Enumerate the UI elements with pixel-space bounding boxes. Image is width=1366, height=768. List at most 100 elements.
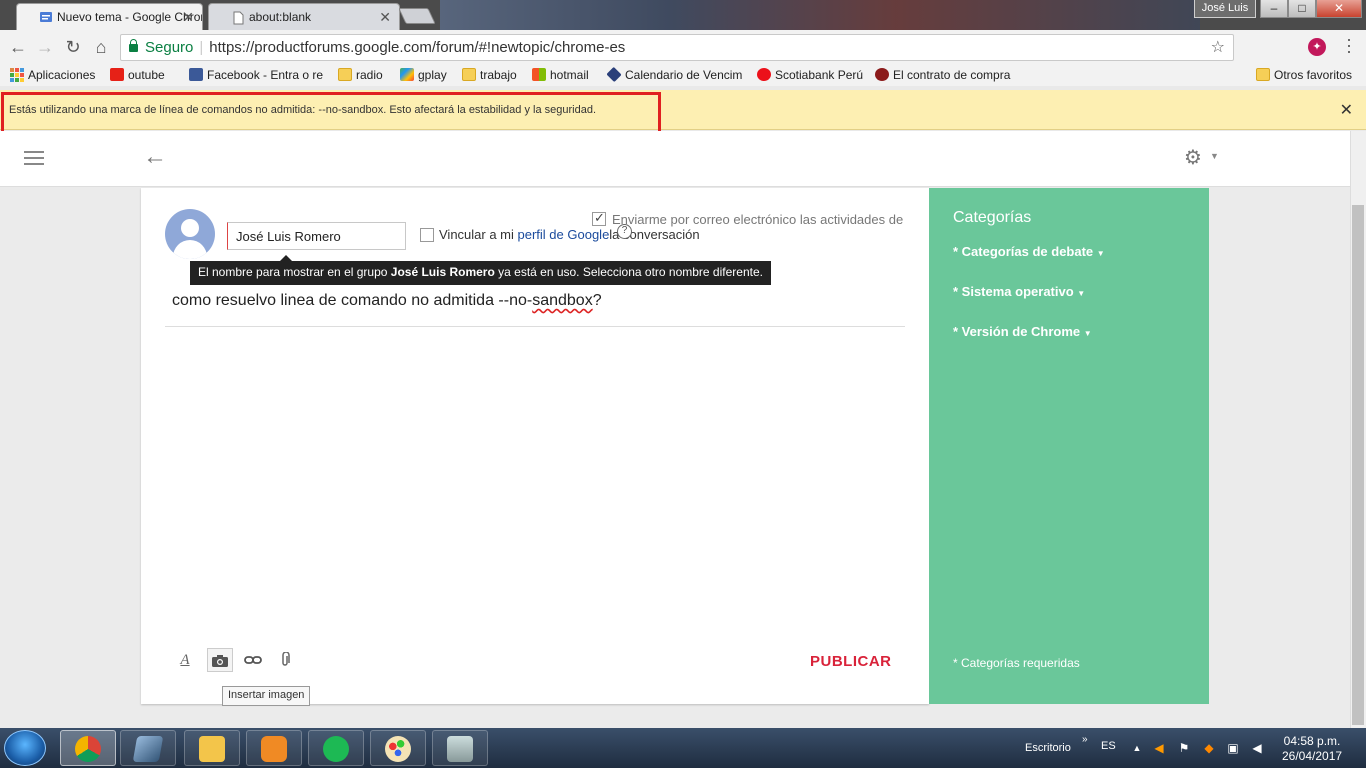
action-center-flag-icon[interactable]: ⚑ — [1177, 742, 1191, 754]
bookmark-facebook[interactable]: Facebook - Entra o re — [189, 67, 325, 83]
taskbar-app[interactable] — [120, 730, 176, 766]
gplay-icon — [400, 68, 414, 81]
network-icon[interactable]: ▣ — [1226, 742, 1240, 754]
link-icon[interactable] — [240, 648, 266, 672]
categories-panel: Categorías * Categorías de debate ▼ * Si… — [929, 188, 1209, 704]
bookmark-youtube[interactable]: outube — [110, 67, 178, 83]
category-label: Categorías de debate — [961, 244, 1094, 259]
paint-icon — [385, 736, 411, 762]
publish-button[interactable]: PUBLICAR — [810, 653, 892, 670]
display-name-input[interactable] — [227, 222, 406, 250]
bookmark-calendario[interactable]: Calendario de Vencim — [607, 67, 743, 83]
infobar-message: Estás utilizando una marca de línea de c… — [9, 104, 597, 116]
home-icon[interactable]: ⌂ — [90, 37, 112, 59]
taskbar-paint[interactable] — [370, 730, 426, 766]
forum-favicon-icon — [40, 12, 52, 22]
page-favicon-icon — [233, 11, 244, 25]
desktop-toolbar-label[interactable]: Escritorio — [1025, 742, 1071, 754]
new-tab-button[interactable] — [398, 8, 436, 24]
back-arrow-icon[interactable]: ← — [143, 143, 167, 171]
chevron-down-icon: ▼ — [1077, 289, 1086, 298]
apps-grid-icon — [10, 68, 24, 82]
language-indicator[interactable]: ES — [1101, 740, 1116, 752]
address-bar[interactable]: Seguro | https://productforums.google.com/… — [120, 34, 1234, 61]
start-button[interactable] — [4, 730, 46, 766]
tooltip-name-value: José Luis Romero — [390, 265, 495, 279]
email-notify-checkbox[interactable] — [592, 210, 606, 226]
misspelled-word: sandbox — [532, 292, 593, 309]
tab-nuevo-tema[interactable]: Nuevo tema - Google Chrome ✕ — [16, 3, 203, 30]
bookmark-label: hotmail — [550, 68, 589, 82]
infobar-close-icon[interactable]: ✕ — [1340, 100, 1353, 120]
bookmark-aplicaciones[interactable]: Aplicaciones — [10, 67, 102, 83]
folder-icon — [462, 68, 476, 81]
bookmark-radio[interactable]: radio — [338, 67, 388, 83]
speaker-alert-icon[interactable]: ◀ — [1152, 742, 1166, 754]
bookmark-hotmail[interactable]: hotmail — [532, 67, 596, 83]
omnibox-separator: | — [199, 39, 204, 56]
category-debate-dropdown[interactable]: * Categorías de debate ▼ — [953, 244, 1105, 259]
reload-icon[interactable]: ↻ — [62, 37, 84, 59]
tab-close-icon[interactable]: ✕ — [379, 9, 391, 26]
warning-infobar: Estás utilizando una marca de línea de c… — [0, 90, 1366, 130]
insert-image-button[interactable] — [207, 648, 233, 672]
update-icon[interactable]: ◆ — [1202, 742, 1216, 754]
tab-about-blank[interactable]: about:blank ✕ — [208, 3, 400, 30]
taskbar-media-player[interactable] — [246, 730, 302, 766]
taskbar-spotify[interactable] — [308, 730, 364, 766]
bookmark-scotiabank[interactable]: Scotiabank Perú — [757, 67, 865, 83]
bookmark-trabajo[interactable]: trabajo — [462, 67, 522, 83]
tab-close-icon[interactable]: ✕ — [182, 9, 194, 26]
show-hidden-icons-icon[interactable]: ▲ — [1130, 742, 1144, 754]
taskbar-chrome[interactable] — [60, 730, 116, 766]
volume-icon[interactable]: ◀ — [1250, 742, 1264, 754]
url-text: https://productforums.google.com/forum/#… — [209, 39, 626, 56]
chevron-down-icon[interactable]: ▼ — [1210, 151, 1219, 161]
gear-icon[interactable]: ⚙ — [1184, 145, 1202, 170]
tab-title: Nuevo tema - Google Chrome — [57, 10, 203, 24]
name-in-use-tooltip: El nombre para mostrar en el grupo José … — [190, 255, 771, 285]
close-window-button[interactable]: ✕ — [1316, 0, 1362, 18]
back-icon[interactable]: ← — [7, 37, 29, 59]
subject-field[interactable]: como resuelvo linea de comando no admiti… — [172, 292, 602, 310]
bookmark-gplay[interactable]: gplay — [400, 67, 452, 83]
forum-header: ← ⚙ ▼ — [0, 131, 1350, 187]
chrome-menu-icon[interactable]: · · · — [1344, 30, 1354, 60]
system-clock[interactable]: 04:58 p.m. 26/04/2017 — [1282, 734, 1342, 764]
help-icon[interactable]: ? — [617, 224, 632, 239]
new-topic-card: Vincular a mi perfil de Googlela convers… — [141, 188, 929, 706]
media-player-icon — [261, 736, 287, 762]
category-label: Sistema operativo — [961, 284, 1074, 299]
forward-icon[interactable]: → — [34, 37, 56, 59]
extension-icon[interactable]: ✦ — [1308, 38, 1326, 56]
clock-date: 26/04/2017 — [1282, 749, 1343, 763]
text-format-icon[interactable]: A — [172, 648, 198, 672]
profile-button[interactable]: José Luis — [1194, 0, 1256, 18]
chrome-icon — [75, 736, 101, 762]
bookmark-label: Scotiabank Perú — [775, 68, 864, 82]
scrollbar-thumb[interactable] — [1352, 205, 1364, 725]
category-os-dropdown[interactable]: * Sistema operativo ▼ — [953, 284, 1085, 299]
subject-divider — [165, 326, 905, 327]
attachment-icon[interactable] — [272, 648, 298, 672]
required-categories-note: * Categorías requeridas — [953, 656, 1080, 670]
category-version-dropdown[interactable]: * Versión de Chrome ▼ — [953, 324, 1092, 339]
google-profile-link[interactable]: perfil de Google — [518, 227, 610, 242]
taskbar-explorer[interactable] — [184, 730, 240, 766]
secure-label: Seguro — [145, 39, 194, 56]
minimize-button[interactable]: – — [1260, 0, 1288, 18]
facebook-icon — [189, 68, 203, 81]
taskbar-calculator[interactable] — [432, 730, 488, 766]
link-profile-checkbox[interactable] — [420, 228, 434, 242]
tooltip-prefix: El nombre para mostrar en el grupo — [198, 265, 391, 279]
bookmark-contrato[interactable]: El contrato de compra — [875, 67, 1013, 83]
youtube-icon — [110, 68, 124, 81]
windows-icon — [532, 68, 546, 81]
maximize-button[interactable]: □ — [1288, 0, 1316, 18]
hamburger-menu-icon[interactable] — [24, 151, 44, 169]
bookmark-star-icon[interactable]: ☆ — [1211, 35, 1225, 60]
toolbar-expand-icon[interactable]: » — [1082, 734, 1088, 745]
bookmark-otros-favoritos[interactable]: Otros favoritos — [1256, 67, 1356, 83]
forum-page: ← ⚙ ▼ Vincular a mi perfil de Googlela c… — [0, 131, 1350, 728]
folder-icon — [1256, 68, 1270, 81]
